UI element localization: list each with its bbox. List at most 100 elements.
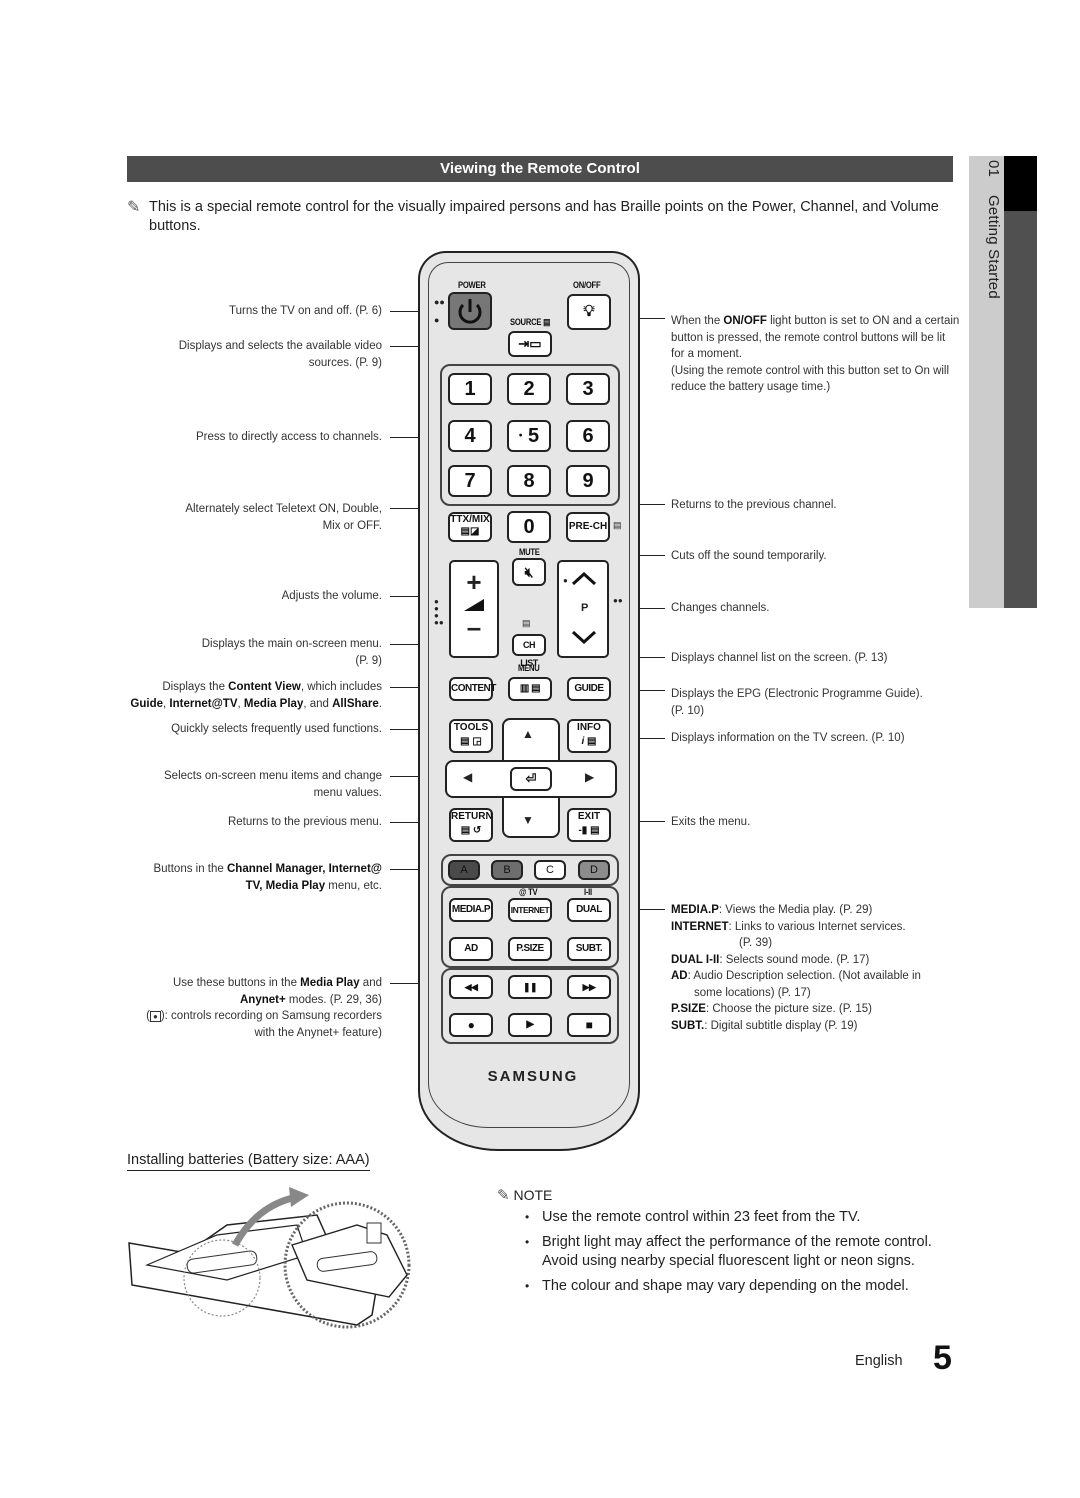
callout-return: Returns to the previous menu. <box>227 816 382 828</box>
speaker-muted-icon: 🔇︎ <box>524 564 534 580</box>
menu-button[interactable]: ▥ ▤ <box>508 677 552 701</box>
number-5-button[interactable]: • 5 <box>507 420 551 452</box>
ttx-mix-button[interactable]: TTX/MIX ▤◪ <box>448 512 492 542</box>
chapter-label: 01 Getting Started <box>972 160 1002 600</box>
number-4-button[interactable]: 4 <box>448 420 492 452</box>
number-1-button[interactable]: 1 <box>448 373 492 405</box>
mute-button[interactable]: 🔇︎ <box>512 558 546 586</box>
stop-button[interactable]: ■ <box>567 1013 611 1037</box>
number-0-button[interactable]: 0 <box>507 511 551 543</box>
volume-up-icon: + <box>466 567 482 597</box>
fast-forward-button[interactable]: ▶▶ <box>567 975 611 999</box>
channel-label: P <box>581 602 589 614</box>
return-button[interactable]: RETURN ▤ ↺ <box>449 808 493 842</box>
callout-source: Displays and selects the available video… <box>178 340 382 369</box>
dpad-down-button[interactable]: ▼ <box>522 813 534 827</box>
callout-content: Displays the Content View, which include… <box>130 681 382 710</box>
callout-onoff-light: When the ON/OFF light button is set to O… <box>671 315 960 393</box>
callout-playback: Use these buttons in the Media Play and … <box>146 977 382 1039</box>
ad-button[interactable]: AD <box>449 937 493 961</box>
dual-button[interactable]: DUAL <box>567 898 611 922</box>
enter-button[interactable]: ⏎ <box>510 767 552 791</box>
braille-dots-volume: ● ● ● ●● <box>434 597 444 627</box>
pause-button[interactable]: ❚❚ <box>508 975 552 999</box>
braille-dots-power: ●● ● <box>434 297 445 325</box>
media-p-button[interactable]: MEDIA.P <box>449 898 493 922</box>
intro-note: ✎ This is a special remote control for th… <box>127 198 947 236</box>
dual-sub-label: I-II <box>584 887 592 897</box>
color-button-a[interactable]: A <box>448 860 480 880</box>
teletext-icon: ▤◪ <box>460 526 480 537</box>
note-item: Bright light may affect the performance … <box>525 1233 955 1271</box>
content-button[interactable]: CONTENT <box>449 677 496 701</box>
guide-button[interactable]: GUIDE <box>567 677 611 701</box>
dpad-up-button[interactable]: ▲ <box>522 727 534 741</box>
callout-exit: Exits the menu. <box>671 816 751 828</box>
callout-navigation: Selects on-screen menu items and change … <box>164 770 382 799</box>
number-3-button[interactable]: 3 <box>566 373 610 405</box>
power-icon <box>458 299 482 324</box>
return-icon: ▤ ↺ <box>460 825 482 836</box>
tools-icon: ▤ ◲ <box>460 736 482 747</box>
exit-button[interactable]: EXIT -▮ ▤ <box>567 808 611 842</box>
enter-icon: ⏎ <box>525 771 537 786</box>
record-button[interactable]: ● <box>449 1013 493 1037</box>
chapter-tab-marker <box>1004 156 1037 211</box>
footer-language: English <box>855 1353 903 1369</box>
note-item: Use the remote control within 23 feet fr… <box>525 1208 955 1227</box>
info-button[interactable]: INFO i ▤ <box>567 719 611 753</box>
volume-rocker[interactable]: + – <box>449 560 499 658</box>
callout-media-buttons: MEDIA.P: Views the Media play. (P. 29) I… <box>671 904 921 1032</box>
dpad-right-button[interactable]: ▶ <box>585 770 594 784</box>
chapter-number: 01 <box>985 160 1002 178</box>
note-list: Use the remote control within 23 feet fr… <box>525 1208 955 1302</box>
tools-button[interactable]: TOOLS ▤ ◲ <box>449 719 493 753</box>
page-number: 5 <box>933 1339 952 1377</box>
chlist-button[interactable]: CH LIST <box>512 634 546 668</box>
onoff-light-button[interactable]: 💡︎ <box>567 294 611 330</box>
color-button-c[interactable]: C <box>534 860 566 880</box>
chlist-teletext-icon: ▤ <box>522 618 531 628</box>
callout-prech: Returns to the previous channel. <box>671 499 837 511</box>
callout-color-buttons: Buttons in the Channel Manager, Internet… <box>153 863 382 892</box>
intro-text: This is a special remote control for the… <box>149 199 939 234</box>
number-6-button[interactable]: 6 <box>566 420 610 452</box>
callout-menu: Displays the main on-screen menu. (P. 9) <box>201 638 382 667</box>
callout-tools: Quickly selects frequently used function… <box>171 723 382 735</box>
callout-power: Turns the TV on and off. (P. 6) <box>229 305 382 317</box>
number-8-button[interactable]: 8 <box>507 465 551 497</box>
callout-channel: Changes channels. <box>671 602 770 614</box>
source-label: SOURCE ▤ <box>510 317 551 327</box>
braille-dots-channel: ●● <box>613 596 623 605</box>
callout-info: Displays information on the TV screen. (… <box>671 732 905 744</box>
callout-number-keys: Press to directly access to channels. <box>196 431 382 443</box>
power-button[interactable] <box>448 292 492 330</box>
color-button-d[interactable]: D <box>578 860 610 880</box>
record-button-icon: (●) <box>146 1010 165 1022</box>
number-9-button[interactable]: 9 <box>566 465 610 497</box>
chapter-title: Getting Started <box>985 195 1002 300</box>
pencil-note-icon: ✎ <box>497 1187 510 1204</box>
callout-chlist: Displays channel list on the screen. (P.… <box>671 652 888 664</box>
pencil-note-icon: ✎ <box>127 199 141 216</box>
internet-button[interactable]: INTERNET <box>508 898 552 922</box>
dpad-left-button[interactable]: ◀ <box>463 770 472 784</box>
onoff-label: ON/OFF <box>573 280 601 290</box>
color-button-b[interactable]: B <box>491 860 523 880</box>
light-bulb-icon: 💡︎ <box>583 303 595 320</box>
battery-install-illustration <box>128 1187 411 1329</box>
play-button[interactable]: ▶ <box>508 1013 552 1037</box>
info-icon: i ▤ <box>581 736 597 747</box>
prech-button[interactable]: PRE-CH <box>566 512 610 542</box>
at-tv-label: @ TV <box>519 887 538 897</box>
number-7-button[interactable]: 7 <box>448 465 492 497</box>
psize-button[interactable]: P.SIZE <box>508 937 552 961</box>
exit-icon: -▮ ▤ <box>578 825 600 836</box>
channel-rocker[interactable]: ● P <box>557 560 609 658</box>
number-2-button[interactable]: 2 <box>507 373 551 405</box>
source-button[interactable]: ⇥▭ <box>508 331 552 357</box>
subt-button[interactable]: SUBT. <box>567 937 611 961</box>
rewind-button[interactable]: ◀◀ <box>449 975 493 999</box>
menu-icon: ▥ ▤ <box>519 683 541 694</box>
braille-dot-channel: ● <box>563 576 568 585</box>
